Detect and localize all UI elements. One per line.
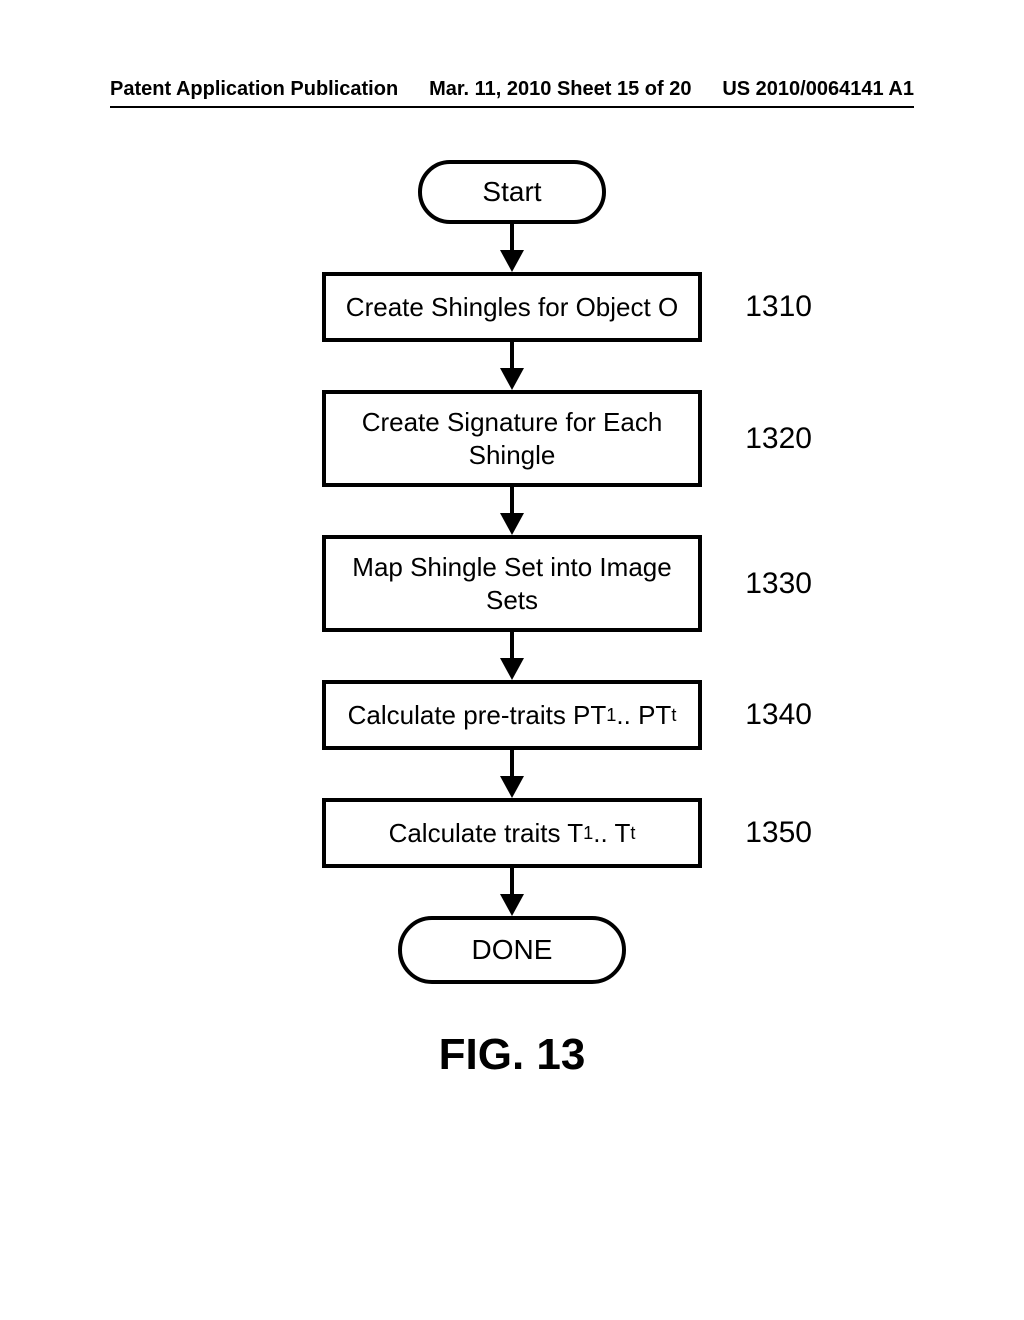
ref-label: 1320 [745,422,812,456]
arrow-icon [492,224,532,272]
process-row-3: Map Shingle Set into Image Sets 1330 [152,535,872,632]
process-row-4: Calculate pre-traits PT1 .. PTt 1340 [152,680,872,750]
arrow-icon [492,868,532,916]
header-left: Patent Application Publication [110,78,398,101]
process-box: Calculate traits T1 .. Tt [322,798,702,868]
terminator-end-row: DONE [152,916,872,984]
process-box: Create Shingles for Object O [322,272,702,342]
process-box: Create Signature for Each Shingle [322,390,702,487]
arrow-icon [492,632,532,680]
process-box: Map Shingle Set into Image Sets [322,535,702,632]
process-row-5: Calculate traits T1 .. Tt 1350 [152,798,872,868]
figure-caption: FIG. 13 [0,1030,1024,1080]
header-center: Mar. 11, 2010 Sheet 15 of 20 [429,78,691,101]
ref-label: 1330 [745,567,812,601]
terminator-end: DONE [398,916,627,984]
terminator-start-row: Start [152,160,872,224]
ref-label: 1340 [745,698,812,732]
arrow-icon [492,750,532,798]
arrow-icon [492,487,532,535]
process-row-2: Create Signature for Each Shingle 1320 [152,390,872,487]
process-row-1: Create Shingles for Object O 1310 [152,272,872,342]
header-rule [110,106,914,108]
flowchart: Start Create Shingles for Object O 1310 … [0,160,1024,984]
page-header: Patent Application Publication Mar. 11, … [0,78,1024,101]
ref-label: 1310 [745,290,812,324]
process-box: Calculate pre-traits PT1 .. PTt [322,680,702,750]
terminator-start: Start [418,160,605,224]
header-right: US 2010/0064141 A1 [722,78,914,101]
arrow-icon [492,342,532,390]
ref-label: 1350 [745,816,812,850]
